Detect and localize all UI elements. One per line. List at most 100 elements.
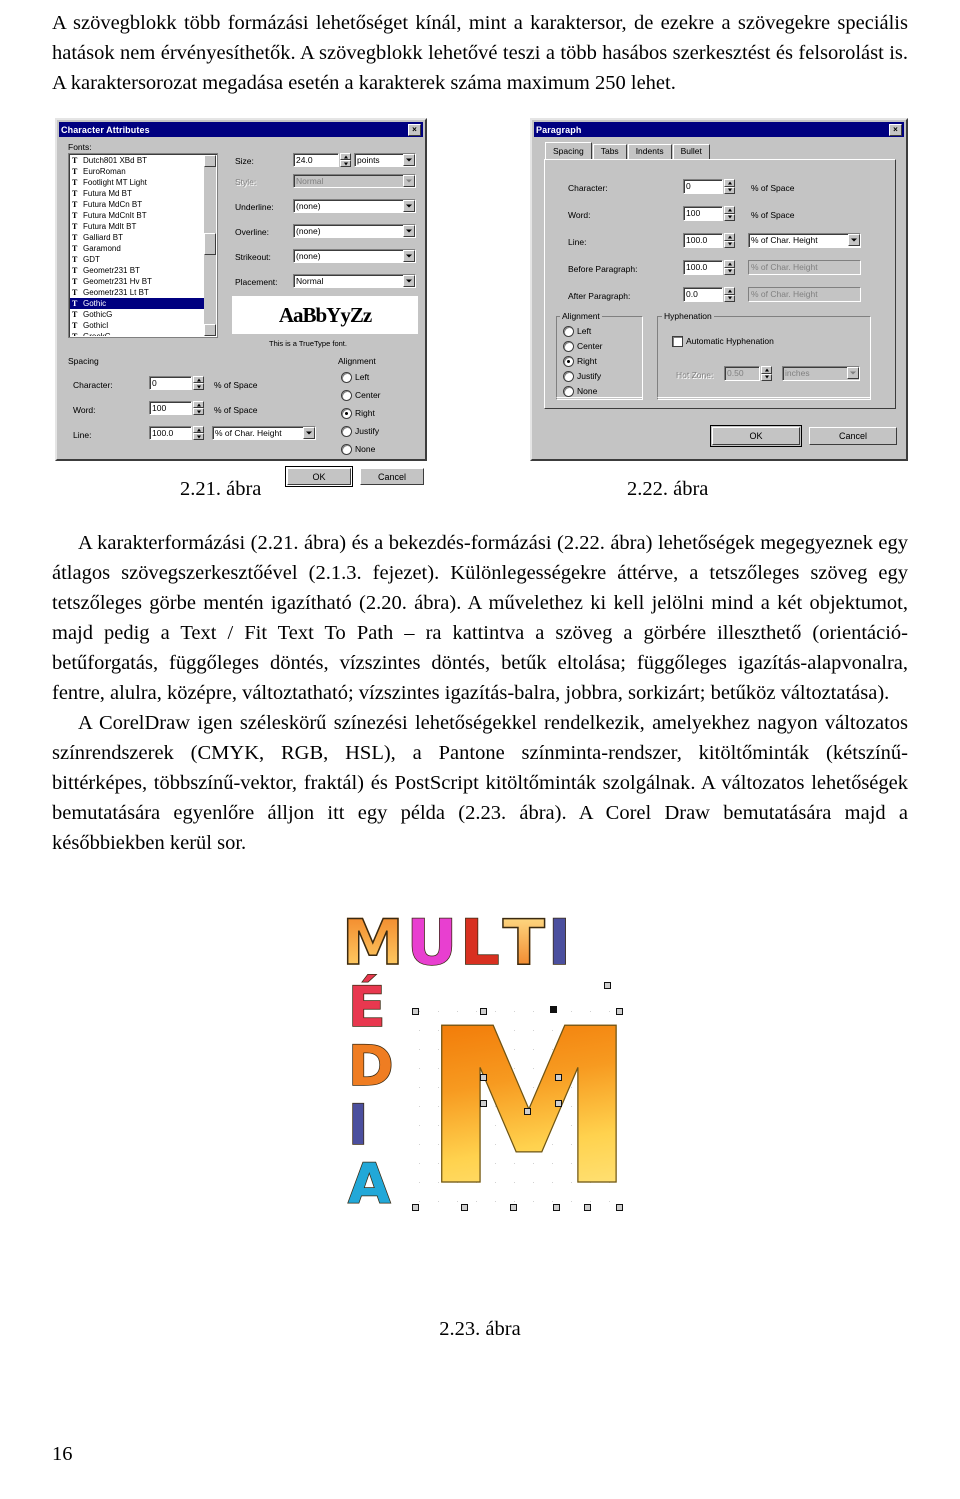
list-item[interactable]: EuroRoman [70,166,204,177]
ok-button[interactable]: OK [710,425,802,447]
handle-node[interactable] [412,1008,419,1015]
paragraph-alignment-right[interactable]: Right [564,356,597,366]
list-item[interactable]: Galliard BT [70,232,204,243]
list-item[interactable]: Footlight MT Light [70,177,204,188]
size-stepper[interactable] [340,153,351,167]
overline-select[interactable]: (none) [293,224,416,238]
size-input[interactable]: 24.0 [293,153,339,167]
handle-node[interactable] [480,1008,487,1015]
cancel-button[interactable]: Cancel [809,427,897,445]
font-list-scrollbar[interactable] [204,155,216,336]
paragraph-line-input[interactable]: 100.0 [683,233,723,248]
paragraph-line-unit-select[interactable]: % of Char. Height [748,233,861,248]
list-item[interactable]: Geometr231 Hv BT [70,276,204,287]
handle-node[interactable] [555,1074,562,1081]
font-listbox[interactable]: Dutch801 XBd BT EuroRoman Footlight MT L… [68,153,218,338]
list-item[interactable]: Geometr231 BT [70,265,204,276]
paragraph-alignment-none[interactable]: None [564,386,597,396]
paragraph-alignment-justify[interactable]: Justify [564,371,601,381]
handle-node[interactable] [616,1008,623,1015]
list-item[interactable]: Futura MdIt BT [70,221,204,232]
spacing-line-input[interactable]: 100.0 [149,426,192,440]
paragraph-word-stepper[interactable] [724,206,735,221]
placement-select[interactable]: Normal [293,274,416,288]
list-item[interactable]: Futura Md BT [70,188,204,199]
list-item[interactable]: Garamond [70,243,204,254]
handle-node[interactable] [524,1108,531,1115]
spacing-line-stepper[interactable] [193,426,204,440]
strikeout-select[interactable]: (none) [293,249,416,263]
chevron-down-icon[interactable] [403,250,415,262]
paragraph-line-label: Line: [568,237,587,247]
alignment-option-right[interactable]: Right [342,408,375,418]
paragraph-word-input[interactable]: 100 [683,206,723,221]
alignment-option-none[interactable]: None [342,444,375,454]
scroll-up-icon[interactable] [204,155,216,167]
paragraph-alignment-center[interactable]: Center [564,341,603,351]
list-item[interactable]: GothicG [70,309,204,320]
character-dialog-titlebar[interactable]: Character Attributes × [59,122,423,137]
handle-node[interactable] [461,1204,468,1211]
spacing-character-input[interactable]: 0 [149,376,192,390]
handle-node[interactable] [584,1204,591,1211]
paragraph-dialog[interactable]: Paragraph × Spacing Tabs Indents Bullet … [530,118,908,461]
underline-select[interactable]: (none) [293,199,416,213]
paragraph-tabstrip[interactable]: Spacing Tabs Indents Bullet [545,142,711,159]
handle-node[interactable] [480,1100,487,1107]
spacing-line-unit-select[interactable]: % of Char. Height [212,426,316,440]
handle-node-active[interactable] [550,1006,557,1013]
handle-node[interactable] [480,1074,487,1081]
paragraph-after-stepper[interactable] [724,287,735,302]
handle-node[interactable] [555,1100,562,1107]
scroll-down-icon[interactable] [204,324,216,336]
chevron-down-icon[interactable] [403,275,415,287]
scrollbar-thumb[interactable] [204,233,216,255]
list-item-selected[interactable]: Gothic [70,298,204,309]
alignment-option-center[interactable]: Center [342,390,381,400]
paragraph-dialog-titlebar[interactable]: Paragraph × [534,122,904,137]
list-item[interactable]: GreekC [70,331,204,336]
spacing-group-label: Spacing [68,356,99,366]
spacing-word-stepper[interactable] [193,401,204,415]
spacing-character-stepper[interactable] [193,376,204,390]
font-list-items[interactable]: Dutch801 XBd BT EuroRoman Footlight MT L… [70,155,204,336]
handle-node[interactable] [553,1204,560,1211]
character-attributes-dialog[interactable]: Character Attributes × Fonts: Dutch801 X… [55,118,427,487]
paragraph-before-stepper[interactable] [724,260,735,275]
chevron-down-icon[interactable] [403,200,415,212]
chevron-down-icon[interactable] [848,234,860,246]
chevron-down-icon[interactable] [303,427,315,439]
paragraph-character-input[interactable]: 0 [683,179,723,194]
close-icon[interactable]: × [889,123,902,136]
paragraph-before-label: Before Paragraph: [568,264,638,274]
automatic-hyphenation-checkbox[interactable]: Automatic Hyphenation [673,336,774,346]
tab-spacing[interactable]: Spacing [545,142,592,159]
alignment-option-justify[interactable]: Justify [342,426,379,436]
paragraph-before-input[interactable]: 100.0 [683,260,723,275]
handle-node[interactable] [412,1204,419,1211]
paragraph-character-stepper[interactable] [724,179,735,194]
selection-handles[interactable] [412,982,624,1211]
paragraph-line-stepper[interactable] [724,233,735,248]
alignment-option-left[interactable]: Left [342,372,369,382]
media-word: É D I A [347,979,394,1213]
list-item[interactable]: GothicI [70,320,204,331]
tab-tabs[interactable]: Tabs [592,144,627,159]
list-item[interactable]: Geometr231 Lt BT [70,287,204,298]
handle-node[interactable] [616,1204,623,1211]
paragraph-after-input[interactable]: 0.0 [683,287,723,302]
spacing-word-input[interactable]: 100 [149,401,192,415]
chevron-down-icon[interactable] [403,225,415,237]
chevron-down-icon[interactable] [403,154,415,166]
paragraph-alignment-left[interactable]: Left [564,326,591,336]
list-item[interactable]: Dutch801 XBd BT [70,155,204,166]
multi-word: M U L T I [341,911,571,975]
handle-node[interactable] [510,1204,517,1211]
list-item[interactable]: Futura MdCnIt BT [70,210,204,221]
tab-bullet[interactable]: Bullet [672,144,710,159]
list-item[interactable]: GDT [70,254,204,265]
close-icon[interactable]: × [408,123,421,136]
list-item[interactable]: Futura MdCn BT [70,199,204,210]
handle-node[interactable] [604,982,611,989]
tab-indents[interactable]: Indents [627,144,672,159]
